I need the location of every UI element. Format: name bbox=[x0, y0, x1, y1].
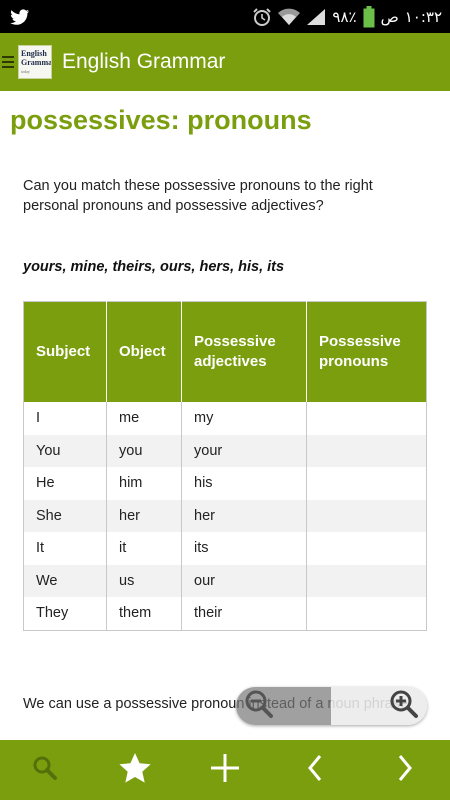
table-row: It it its bbox=[23, 532, 427, 565]
cell-possessive-adjective: its bbox=[181, 532, 307, 565]
cell-subject: I bbox=[23, 402, 107, 435]
cell-object: her bbox=[106, 499, 182, 532]
plus-icon bbox=[209, 752, 241, 789]
header-possessive-pronouns: Possessive pronouns bbox=[306, 301, 427, 402]
cell-object: them bbox=[106, 597, 182, 630]
cell-subject: They bbox=[23, 597, 107, 630]
table-row: You you your bbox=[23, 434, 427, 467]
table-row: I me my bbox=[23, 402, 427, 435]
header-possessive-adjectives: Possessive adjectives bbox=[181, 301, 307, 402]
cell-possessive-pronoun bbox=[307, 532, 427, 565]
logo-line2: Grammar bbox=[21, 57, 52, 67]
signal-icon bbox=[306, 8, 326, 26]
action-bar: English Grammar today English Grammar bbox=[0, 33, 450, 91]
article-content[interactable]: possessives: pronouns Can you match thes… bbox=[0, 91, 450, 740]
cell-subject: We bbox=[23, 564, 107, 597]
cell-object: it bbox=[106, 532, 182, 565]
alarm-clock-icon bbox=[252, 7, 272, 27]
favorite-button[interactable] bbox=[105, 740, 165, 800]
status-bar: ٩٨٪ ص ١٠:٣٢ bbox=[0, 0, 450, 33]
battery-icon bbox=[363, 5, 375, 28]
search-icon bbox=[31, 754, 59, 787]
cell-possessive-adjective: their bbox=[181, 597, 307, 630]
clock-time: ١٠:٣٢ bbox=[404, 7, 442, 26]
table-row: He him his bbox=[23, 467, 427, 500]
zoom-in-icon bbox=[389, 689, 419, 724]
zoom-control bbox=[236, 687, 427, 725]
cell-possessive-adjective: his bbox=[181, 467, 307, 500]
cell-possessive-adjective: her bbox=[181, 499, 307, 532]
next-button[interactable] bbox=[375, 740, 435, 800]
zoom-in-button[interactable] bbox=[331, 687, 427, 725]
zoom-out-button[interactable] bbox=[236, 687, 331, 725]
cell-possessive-pronoun bbox=[307, 467, 427, 500]
header-subject: Subject bbox=[23, 301, 107, 402]
cell-subject: He bbox=[23, 467, 107, 500]
pronoun-table: Subject Object Possessive adjectives Pos… bbox=[23, 301, 427, 631]
battery-percent: ٩٨٪ bbox=[332, 7, 357, 26]
cell-subject: It bbox=[23, 532, 107, 565]
cell-possessive-pronoun bbox=[307, 402, 427, 435]
app-title: English Grammar bbox=[62, 50, 226, 73]
logo-line3: today bbox=[21, 68, 30, 74]
search-button[interactable] bbox=[15, 740, 75, 800]
table-header-row: Subject Object Possessive adjectives Pos… bbox=[23, 301, 427, 402]
cell-object: you bbox=[106, 434, 182, 467]
star-icon bbox=[118, 751, 152, 790]
cell-subject: She bbox=[23, 499, 107, 532]
cell-subject: You bbox=[23, 434, 107, 467]
cell-possessive-adjective: our bbox=[181, 564, 307, 597]
intro-text: Can you match these possessive pronouns … bbox=[23, 178, 373, 214]
chevron-right-icon bbox=[395, 753, 415, 788]
bottom-toolbar bbox=[0, 740, 450, 800]
cell-object: me bbox=[106, 402, 182, 435]
previous-button[interactable] bbox=[285, 740, 345, 800]
app-logo[interactable]: English Grammar today bbox=[18, 45, 52, 79]
cell-possessive-pronoun bbox=[306, 499, 427, 532]
twitter-bird-icon bbox=[10, 8, 30, 25]
logo-line1: English bbox=[21, 48, 47, 58]
cell-possessive-pronoun bbox=[307, 597, 427, 630]
cell-object: us bbox=[106, 564, 182, 597]
ampm-indicator: ص bbox=[380, 7, 399, 26]
chevron-left-icon bbox=[305, 753, 325, 788]
header-object: Object bbox=[106, 301, 182, 402]
page-title: possessives: pronouns bbox=[10, 105, 312, 135]
cell-object: him bbox=[106, 467, 182, 500]
table-row: We us our bbox=[23, 564, 427, 597]
zoom-out-icon bbox=[244, 689, 274, 724]
cell-possessive-adjective: my bbox=[181, 402, 307, 435]
pronoun-word-list: yours, mine, theirs, ours, hers, his, it… bbox=[23, 259, 285, 275]
cell-possessive-adjective: your bbox=[181, 434, 307, 467]
table-row: She her her bbox=[23, 499, 427, 532]
add-button[interactable] bbox=[195, 740, 255, 800]
hamburger-menu-icon[interactable] bbox=[2, 56, 14, 68]
cell-possessive-pronoun bbox=[306, 434, 427, 467]
cell-possessive-pronoun bbox=[306, 564, 427, 597]
table-row: They them their bbox=[23, 597, 427, 630]
wifi-icon bbox=[278, 8, 301, 26]
